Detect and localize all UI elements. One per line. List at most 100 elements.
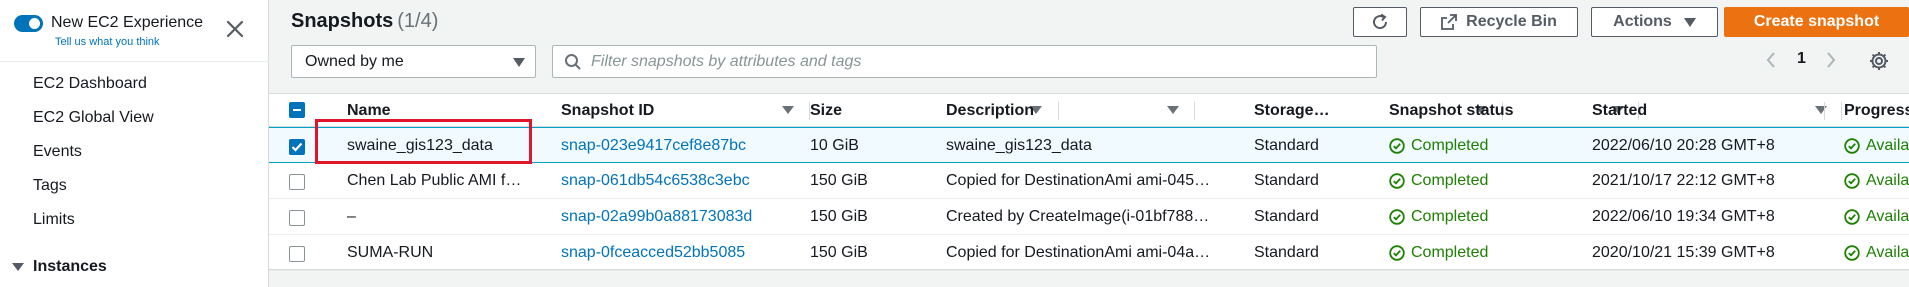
chevron-left-icon[interactable] <box>1764 50 1778 70</box>
cell-status-text: Completed <box>1411 208 1489 225</box>
cell-size-text: 150 GiB <box>810 208 868 225</box>
cell-progress-text: Available <box>1866 137 1909 154</box>
cell-storage-text: Standard <box>1254 137 1319 154</box>
cell-snapshot-id[interactable]: snap-02a99b0a88173083d <box>561 199 801 235</box>
cell-name: SUMA-RUN <box>347 235 547 271</box>
row-checkbox[interactable] <box>289 139 305 155</box>
cell-snapshot-id[interactable]: snap-023e9417cef8e87bc <box>561 128 801 164</box>
cell-status-text: Completed <box>1411 244 1489 261</box>
cell-snapshot-id-text[interactable]: snap-061db54c6538c3ebc <box>561 172 750 190</box>
cell-status-text: Completed <box>1411 172 1489 189</box>
column-header-progress[interactable]: Progress <box>1844 94 1909 127</box>
sidebar-item-ec2-global-view[interactable]: EC2 Global View <box>33 109 154 127</box>
sidebar-item-limits[interactable]: Limits <box>33 211 75 229</box>
sidebar-item-tags[interactable]: Tags <box>33 177 67 195</box>
actions-button[interactable]: Actions <box>1591 7 1718 37</box>
cell-description-text: swaine_gis123_data <box>946 137 1092 154</box>
column-divider <box>1194 102 1195 120</box>
caret-down-icon <box>1683 17 1696 27</box>
search-icon <box>565 54 581 70</box>
cell-snapshot-id-text[interactable]: snap-0fceacced52bb5085 <box>561 244 745 262</box>
cell-started-text: 2020/10/21 15:39 GMT+8 <box>1592 244 1775 261</box>
cell-description: Copied for DestinationAmi ami-04a… <box>946 235 1246 271</box>
status-ok-icon <box>1844 245 1860 261</box>
cell-description-text: Copied for DestinationAmi ami-04a… <box>946 244 1211 261</box>
cell-snapshot-id[interactable]: snap-061db54c6538c3ebc <box>561 163 801 199</box>
status-ok-icon <box>1389 138 1405 154</box>
cell-started: 2021/10/17 22:12 GMT+8 <box>1592 163 1822 199</box>
row-checkbox[interactable] <box>289 210 305 226</box>
close-icon[interactable] <box>224 18 246 40</box>
sidebar-item-ec2-dashboard[interactable]: EC2 Dashboard <box>33 75 147 93</box>
cell-description-text: Copied for DestinationAmi ami-045… <box>946 172 1211 189</box>
cell-started: 2020/10/21 15:39 GMT+8 <box>1592 235 1822 271</box>
create-snapshot-button[interactable]: Create snapshot <box>1724 7 1909 37</box>
cell-size-text: 150 GiB <box>810 244 868 261</box>
cell-storage: Standard <box>1254 163 1374 199</box>
cell-storage: Standard <box>1254 128 1374 164</box>
cell-snapshot-id-text[interactable]: snap-023e9417cef8e87bc <box>561 137 746 155</box>
create-snapshot-label: Create snapshot <box>1753 13 1880 30</box>
cell-progress: Available <box>1844 163 1909 199</box>
cell-description: swaine_gis123_data <box>946 128 1246 164</box>
column-header-size[interactable]: Size <box>810 94 842 127</box>
status-ok-icon <box>1389 209 1405 225</box>
page-title-text: Snapshots <box>291 10 394 32</box>
table-row[interactable]: Chen Lab Public AMI f… snap-061db54c6538c… <box>269 163 1909 199</box>
feedback-link[interactable]: Tell us what you think <box>55 36 160 48</box>
cell-storage-text: Standard <box>1254 172 1319 189</box>
sidebar: New EC2 Experience Tell us what you thin… <box>0 0 269 287</box>
gear-icon[interactable] <box>1868 50 1890 72</box>
column-header-started[interactable]: Started <box>1592 94 1647 127</box>
table-row[interactable]: SUMA-RUN snap-0fceacced52bb5085 150 GiB Cop… <box>269 235 1909 271</box>
cell-name: – <box>347 199 547 235</box>
cell-storage-text: Standard <box>1254 208 1319 225</box>
cell-snapshot-id-text[interactable]: snap-02a99b0a88173083d <box>561 208 752 226</box>
toggle-label: New EC2 Experience <box>51 14 204 31</box>
cell-snapshot-id[interactable]: snap-0fceacced52bb5085 <box>561 235 801 271</box>
status-ok-icon <box>1389 245 1405 261</box>
recycle-bin-button[interactable]: Recycle Bin <box>1420 7 1578 37</box>
status-ok-icon <box>1844 173 1860 189</box>
column-header-snapshot-status[interactable]: Snapshot status <box>1389 94 1513 127</box>
search-input[interactable]: Filter snapshots by attributes and tags <box>552 45 1377 78</box>
chevron-right-icon[interactable] <box>1824 50 1838 70</box>
new-experience-toggle-row[interactable]: New EC2 Experience <box>14 14 203 32</box>
actions-label: Actions <box>1613 13 1672 30</box>
select-all-checkbox[interactable] <box>289 102 305 118</box>
column-header-snapshot-id[interactable]: Snapshot ID <box>561 94 654 127</box>
cell-size: 150 GiB <box>810 199 930 235</box>
new-experience-toggle[interactable] <box>14 14 43 32</box>
cell-progress: Available <box>1844 199 1909 235</box>
cell-size: 10 GiB <box>810 128 930 164</box>
cell-progress: Available <box>1844 128 1909 164</box>
section-label: Instances <box>33 258 107 275</box>
page-number[interactable]: 1 <box>1797 50 1806 68</box>
sidebar-section-instances[interactable]: Instances <box>12 258 107 276</box>
caret-down-icon <box>12 263 24 271</box>
owner-filter-select[interactable]: Owned by me <box>291 45 536 78</box>
cell-progress-text: Available <box>1866 208 1909 225</box>
column-divider <box>1841 102 1842 120</box>
highlight-box <box>315 119 532 164</box>
cell-description-text: Created by CreateImage(i-01bf788… <box>946 208 1210 225</box>
cell-status: Completed <box>1389 163 1569 199</box>
search-placeholder: Filter snapshots by attributes and tags <box>591 52 862 70</box>
cell-status: Completed <box>1389 235 1569 271</box>
column-header-storage[interactable]: Storage… <box>1254 94 1330 127</box>
refresh-icon <box>1373 13 1388 30</box>
page-title: Snapshots (1/4) <box>291 10 438 33</box>
table-row[interactable]: – snap-02a99b0a88173083d 150 GiB Created by… <box>269 199 1909 235</box>
cell-size-text: 150 GiB <box>810 172 868 189</box>
cell-name-text: SUMA-RUN <box>347 244 434 261</box>
column-header-description[interactable]: Description <box>946 94 1034 127</box>
row-checkbox[interactable] <box>289 174 305 190</box>
row-checkbox[interactable] <box>289 246 305 262</box>
cell-status: Completed <box>1389 128 1569 164</box>
cell-progress: Available <box>1844 235 1909 271</box>
cell-name-text: – <box>347 208 356 225</box>
refresh-button[interactable] <box>1353 7 1407 37</box>
sidebar-item-events[interactable]: Events <box>33 143 82 161</box>
cell-name-text: Chen Lab Public AMI f… <box>347 172 522 189</box>
cell-description: Copied for DestinationAmi ami-045… <box>946 163 1246 199</box>
